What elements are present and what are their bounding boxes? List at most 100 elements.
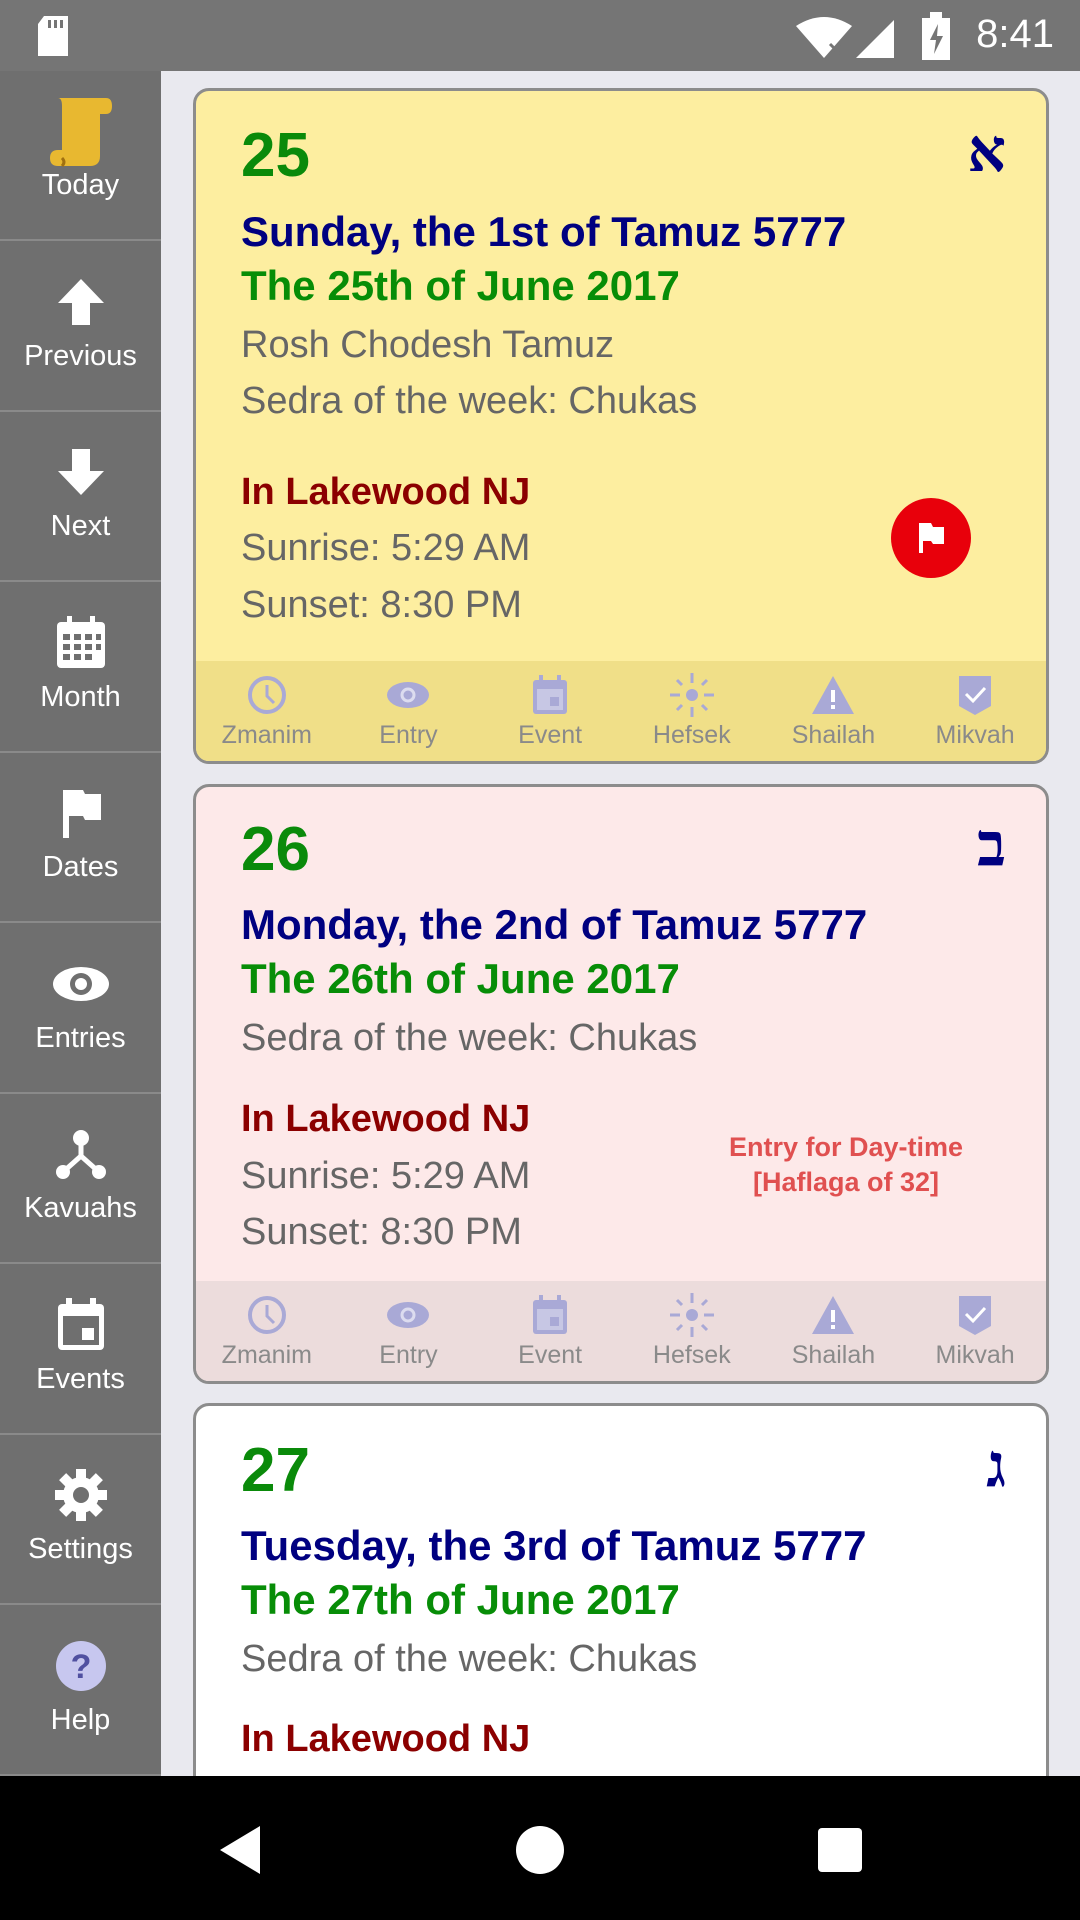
day-card[interactable]: 25 א Sunday, the 1st of Tamuz 5777 The 25th… <box>193 88 1049 764</box>
sidebar-item-month[interactable]: Month <box>0 583 161 753</box>
home-icon[interactable] <box>516 1826 564 1874</box>
mikvah-button[interactable]: Mikvah <box>910 673 1040 750</box>
signal-icon <box>856 20 894 58</box>
arrow-down-icon <box>0 440 161 504</box>
location: In Lakewood NJ <box>241 471 531 513</box>
clock-icon <box>246 673 288 717</box>
entry-button[interactable]: Entry <box>343 1293 473 1370</box>
sidebar-item-label: Next <box>50 510 111 542</box>
sidebar-item-help[interactable]: ? Help <box>0 1606 161 1776</box>
sidebar-item-label: Settings <box>28 1533 133 1565</box>
toolbar-label: Zmanim <box>221 1340 312 1369</box>
scroll-icon <box>0 98 161 168</box>
day-note: Sedra of the week: Chukas <box>241 1638 698 1680</box>
day-number: 26 <box>241 815 310 884</box>
mikvah-button[interactable]: Mikvah <box>910 1293 1040 1370</box>
hefsek-button[interactable]: Hefsek <box>627 672 757 750</box>
battery-charging-icon <box>922 12 950 60</box>
jewish-date: Sunday, the 1st of Tamuz 5777 <box>241 208 847 255</box>
hefsek-button[interactable]: Hefsek <box>627 1292 757 1370</box>
sidebar-item-previous[interactable]: Previous <box>0 242 161 412</box>
status-bar: 8:41 <box>0 0 1080 71</box>
entry-button[interactable]: Entry <box>343 673 473 750</box>
shailah-button[interactable]: Shailah <box>768 673 898 750</box>
location: In Lakewood NJ <box>241 1718 531 1760</box>
sunrise-time: Sunrise: 5:29 AM <box>241 527 531 569</box>
zmanim-button[interactable]: Zmanim <box>202 1293 332 1370</box>
toolbar-label: Shailah <box>791 1340 876 1369</box>
event-icon <box>0 1293 161 1357</box>
eye-icon <box>386 1293 430 1337</box>
hefsek-sun-icon <box>669 672 714 717</box>
eye-icon <box>0 952 161 1016</box>
sidebar-item-label: Help <box>50 1703 111 1736</box>
toolbar-label: Mikvah <box>935 720 1015 749</box>
sunrise-time: Sunrise: 5:29 AM <box>241 1155 531 1197</box>
help-icon: ? <box>0 1634 161 1698</box>
navigation-bar <box>0 1776 1080 1920</box>
toolbar-label: Entry <box>379 1340 438 1369</box>
sidebar-item-next[interactable]: Next <box>0 412 161 582</box>
toolbar-label: Shailah <box>791 720 876 749</box>
svg-text:?: ? <box>70 1648 91 1686</box>
zmanim-button[interactable]: Zmanim <box>202 673 332 750</box>
sunset-time: Sunset: 8:30 PM <box>241 1211 522 1253</box>
toolbar-label: Hefsek <box>652 720 731 749</box>
secular-date: The 27th of June 2017 <box>241 1576 680 1623</box>
back-icon[interactable] <box>216 1824 264 1876</box>
entry-note-line: [Haflaga of 32] <box>752 1167 940 1197</box>
hebrew-day-letter: ב <box>977 810 1006 880</box>
clock: 8:41 <box>976 12 1054 56</box>
sidebar-item-dates[interactable]: Dates <box>0 753 161 923</box>
event-button[interactable]: Event <box>485 1293 615 1370</box>
flag-icon <box>0 781 161 845</box>
fork-icon <box>0 1122 161 1186</box>
jewish-date: Tuesday, the 3rd of Tamuz 5777 <box>241 1522 867 1569</box>
day-toolbar: Zmanim Entry Event Hefsek Shailah Mikvah <box>196 1281 1046 1381</box>
hefsek-sun-icon <box>669 1292 714 1337</box>
sidebar: Today Previous Next Month Dates Entries Kavuah… <box>0 71 161 1776</box>
day-card[interactable]: 27 ג Tuesday, the 3rd of Tamuz 5777 The 27t… <box>193 1403 1049 1776</box>
shailah-button[interactable]: Shailah <box>768 1293 898 1370</box>
day-note: Sedra of the week: Chukas <box>241 380 698 422</box>
toolbar-label: Event <box>518 1340 583 1369</box>
warning-icon <box>811 673 855 717</box>
day-list[interactable]: 25 א Sunday, the 1st of Tamuz 5777 The 25th… <box>161 71 1080 1776</box>
sidebar-item-label: Previous <box>24 339 137 372</box>
day-note: Sedra of the week: Chukas <box>241 1017 698 1059</box>
day-note: Rosh Chodesh Tamuz <box>241 324 615 366</box>
eye-icon <box>386 673 430 717</box>
jewish-date: Monday, the 2nd of Tamuz 5777 <box>241 901 868 948</box>
toolbar-label: Event <box>518 720 583 749</box>
sidebar-item-events[interactable]: Events <box>0 1265 161 1435</box>
day-toolbar: Zmanim Entry Event Hefsek Shailah Mikvah <box>196 661 1046 761</box>
sidebar-item-label: Month <box>40 680 121 713</box>
entry-note-line: Entry for Day-time <box>728 1132 964 1162</box>
warning-icon <box>811 1293 855 1337</box>
flag-button[interactable] <box>891 498 971 578</box>
event-button[interactable]: Event <box>485 673 615 750</box>
day-number: 27 <box>241 1436 310 1505</box>
sidebar-item-kavuahs[interactable]: Kavuahs <box>0 1094 161 1264</box>
gear-icon <box>0 1463 161 1527</box>
sidebar-item-label: Dates <box>42 851 119 883</box>
sidebar-item-label: Events <box>36 1362 125 1395</box>
sidebar-item-today[interactable]: Today <box>0 71 161 241</box>
shield-check-icon <box>957 673 993 717</box>
toolbar-label: Mikvah <box>935 1340 1015 1369</box>
sidebar-item-entries[interactable]: Entries <box>0 924 161 1094</box>
entry-note: Entry for Day-time [Haflaga of 32] <box>666 1130 1026 1200</box>
wifi-off-icon <box>796 17 852 58</box>
day-number: 25 <box>241 121 310 190</box>
secular-date: The 25th of June 2017 <box>241 262 680 309</box>
clock-icon <box>246 1293 288 1337</box>
hebrew-day-letter: ג <box>986 1431 1006 1501</box>
sidebar-item-settings[interactable]: Settings <box>0 1435 161 1605</box>
location: In Lakewood NJ <box>241 1098 531 1140</box>
day-card[interactable]: 26 ב Monday, the 2nd of Tamuz 5777 The 26th… <box>193 784 1049 1384</box>
recents-icon[interactable] <box>818 1828 862 1872</box>
shield-check-icon <box>957 1293 993 1337</box>
sd-card-icon <box>38 16 68 56</box>
sunset-time: Sunset: 8:30 PM <box>241 584 522 626</box>
toolbar-label: Entry <box>379 720 438 749</box>
